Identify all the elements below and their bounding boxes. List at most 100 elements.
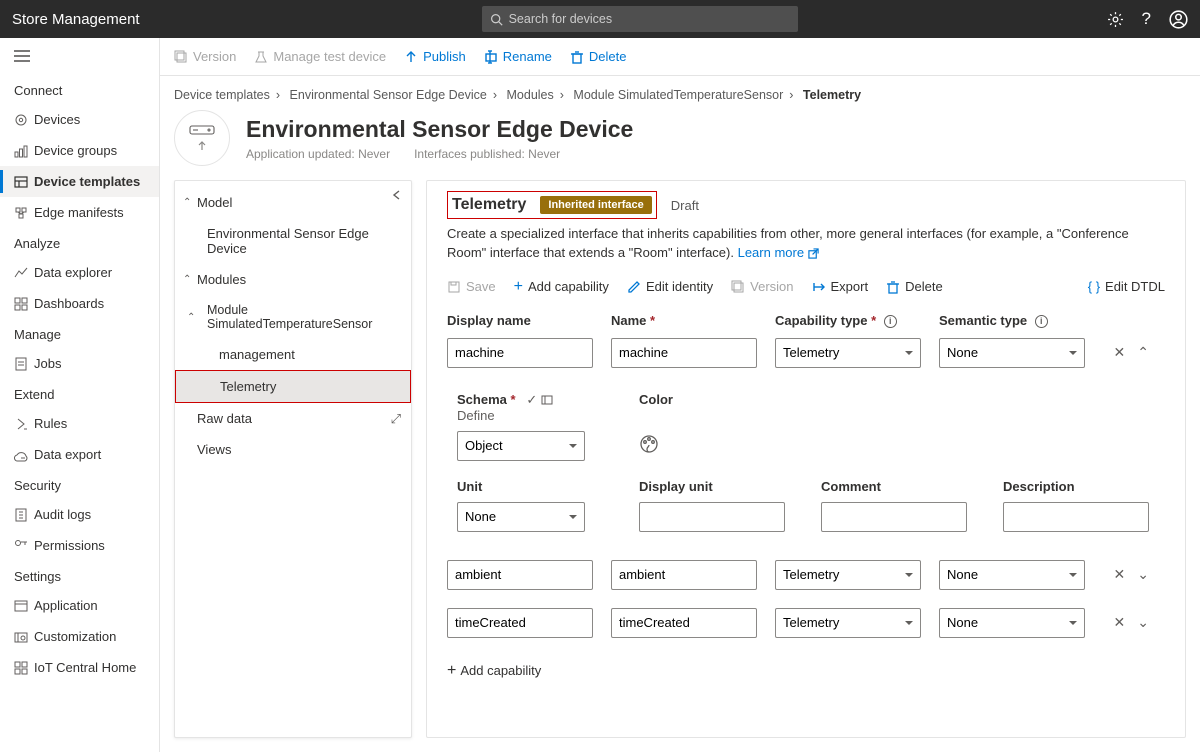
sem-type-select[interactable] [939, 608, 1085, 638]
app-title: Store Management [12, 11, 140, 28]
comment-input[interactable] [821, 502, 967, 532]
add-capability-bottom[interactable]: +Add capability [447, 662, 541, 680]
app-updated-label: Application updated: Never [246, 147, 390, 161]
sidebar-item-device-templates[interactable]: Device templates [0, 166, 159, 197]
breadcrumb-link[interactable]: Modules [507, 88, 554, 102]
edit-dtdl-button[interactable]: { }Edit DTDL [1088, 279, 1165, 294]
cap-type-select[interactable] [775, 560, 921, 590]
delete-button[interactable]: Delete [570, 49, 627, 64]
sidebar-item-devices[interactable]: Devices [0, 104, 159, 135]
version-button-detail[interactable]: Version [731, 279, 793, 294]
page-title: Environmental Sensor Edge Device [246, 116, 633, 143]
publish-button[interactable]: Publish [404, 49, 466, 64]
tree-telemetry[interactable]: Telemetry [175, 370, 411, 403]
collapse-row-icon[interactable]: ⌃ [1137, 344, 1149, 361]
edit-identity-button[interactable]: Edit identity [627, 279, 713, 294]
sidebar-item-jobs[interactable]: Jobs [0, 348, 159, 379]
description-input[interactable] [1003, 502, 1149, 532]
gear-icon[interactable] [1107, 11, 1124, 28]
sem-type-select[interactable] [939, 560, 1085, 590]
tree-label: Environmental Sensor Edge Device [207, 226, 399, 256]
devices-icon [14, 113, 28, 127]
sidebar-item-permissions[interactable]: Permissions [0, 530, 159, 561]
unit-select[interactable] [457, 502, 585, 532]
cap-type-select[interactable] [775, 608, 921, 638]
tree-label: Model [197, 195, 232, 210]
sidebar-item-customization[interactable]: Customization [0, 621, 159, 652]
name-input[interactable] [611, 338, 757, 368]
delete-row-icon[interactable]: ✕ [1114, 614, 1126, 631]
sidebar-item-label: Permissions [34, 538, 105, 553]
sidebar-item-data-explorer[interactable]: Data explorer [0, 257, 159, 288]
external-link-icon [808, 248, 819, 259]
sidebar-item-label: Data explorer [34, 265, 112, 280]
search-input[interactable]: Search for devices [482, 6, 798, 32]
info-icon[interactable]: i [884, 315, 897, 328]
display-name-input[interactable] [447, 338, 593, 368]
sem-type-select[interactable] [939, 338, 1085, 368]
sidebar-section: Manage [0, 319, 159, 348]
expand-row-icon[interactable]: ⌄ [1137, 566, 1149, 583]
tree-module[interactable]: ⌃Module SimulatedTemperatureSensor [175, 295, 411, 339]
breadcrumb-link[interactable]: Environmental Sensor Edge Device [290, 88, 487, 102]
cap-type-select[interactable] [775, 338, 921, 368]
tree-modules[interactable]: ⌃Modules [175, 264, 411, 295]
save-icon [447, 280, 461, 294]
sidebar-item-iot-central-home[interactable]: IoT Central Home [0, 652, 159, 683]
schema-select[interactable] [457, 431, 585, 461]
name-input[interactable] [611, 560, 757, 590]
color-picker-icon[interactable] [639, 434, 659, 454]
sidebar-item-edge-manifests[interactable]: Edge manifests [0, 197, 159, 228]
sidebar-item-audit-logs[interactable]: Audit logs [0, 499, 159, 530]
tree-views[interactable]: Views [175, 434, 411, 465]
tree-raw-data[interactable]: Raw data ⤢ [175, 403, 411, 434]
tree-model[interactable]: ⌃Model [175, 187, 411, 218]
templates-icon [14, 175, 28, 189]
display-name-input[interactable] [447, 560, 593, 590]
cmd-label: Version [193, 49, 236, 64]
sidebar-item-device-groups[interactable]: Device groups [0, 135, 159, 166]
define-icon [541, 394, 553, 406]
learn-more-link[interactable]: Learn more [738, 245, 819, 260]
sidebar-item-dashboards[interactable]: Dashboards [0, 288, 159, 319]
description-label: Description [1003, 479, 1149, 494]
breadcrumb-link[interactable]: Device templates [174, 88, 270, 102]
tree-management[interactable]: management [175, 339, 411, 370]
name-input[interactable] [611, 608, 757, 638]
plus-icon: + [514, 279, 523, 295]
delete-button-detail[interactable]: Delete [886, 279, 943, 294]
comment-label: Comment [821, 479, 967, 494]
search-placeholder: Search for devices [509, 12, 613, 26]
sidebar-item-label: Application [34, 598, 98, 613]
delete-row-icon[interactable]: ✕ [1114, 566, 1126, 583]
expand-icon[interactable]: ⤢ [391, 411, 401, 427]
breadcrumb-link[interactable]: Module SimulatedTemperatureSensor [573, 88, 783, 102]
hamburger-button[interactable] [0, 40, 159, 75]
cmd-label: Rename [503, 49, 552, 64]
tree-label: Raw data [197, 411, 252, 426]
detail-pane: Telemetry Inherited interface Draft Crea… [426, 180, 1186, 738]
display-unit-input[interactable] [639, 502, 785, 532]
manage-test-device-button[interactable]: Manage test device [254, 49, 386, 64]
permissions-icon [14, 539, 28, 553]
info-icon[interactable]: i [1035, 315, 1048, 328]
manifests-icon [14, 206, 28, 220]
save-button[interactable]: Save [447, 279, 496, 294]
edit-icon [627, 280, 641, 294]
display-name-input[interactable] [447, 608, 593, 638]
unit-label: Unit [457, 479, 585, 494]
sidebar-item-application[interactable]: Application [0, 590, 159, 621]
rename-button[interactable]: Rename [484, 49, 552, 64]
capability-row: ✕⌃ [447, 334, 1165, 372]
expand-row-icon[interactable]: ⌄ [1137, 614, 1149, 631]
version-button[interactable]: Version [174, 49, 236, 64]
sidebar-item-data-export[interactable]: Data export [0, 439, 159, 470]
export-button[interactable]: Export [812, 279, 869, 294]
account-icon[interactable] [1169, 10, 1188, 29]
detail-title: Telemetry [448, 194, 530, 216]
tree-device[interactable]: Environmental Sensor Edge Device [175, 218, 411, 264]
sidebar-item-rules[interactable]: Rules [0, 408, 159, 439]
delete-row-icon[interactable]: ✕ [1114, 344, 1126, 361]
add-capability-button[interactable]: +Add capability [514, 279, 609, 295]
help-icon[interactable]: ? [1142, 9, 1151, 29]
